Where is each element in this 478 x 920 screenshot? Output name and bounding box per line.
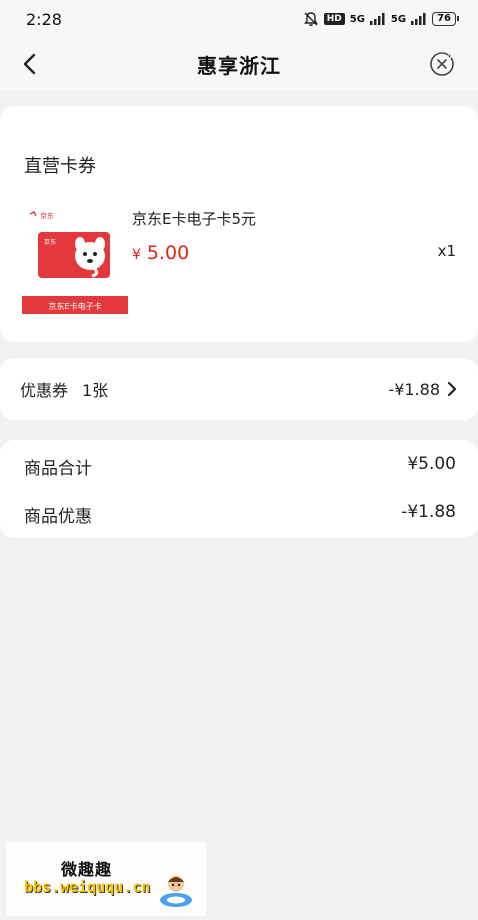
svg-text:京东: 京东 — [44, 238, 56, 246]
product-price: ¥5.00 — [132, 242, 189, 264]
coupon-label: 优惠券 — [20, 381, 69, 400]
battery-indicator: 76 — [432, 12, 459, 26]
close-circle-icon — [430, 52, 454, 76]
total-value: ¥5.00 — [407, 454, 456, 474]
status-time: 2:28 — [26, 9, 62, 29]
product-quantity: x1 — [437, 242, 456, 260]
price-symbol: ¥ — [132, 247, 141, 263]
thumb-caption: 京东E卡电子卡 — [48, 301, 101, 311]
thumb-brand: 京东 — [40, 211, 54, 220]
summary-discount-row: 商品优惠 -¥1.88 — [24, 502, 456, 527]
watermark-title: 微趣趣 — [61, 860, 113, 879]
page-title: 惠享浙江 — [197, 53, 281, 78]
summary-card: 商品合计 ¥5.00 商品优惠 -¥1.88 — [0, 440, 478, 538]
chevron-left-icon — [23, 53, 36, 75]
product-thumbnail[interactable]: 京东 京东 京东E卡电子卡 — [22, 206, 128, 318]
coupon-discount: -¥1.88 — [388, 379, 440, 399]
coupon-count: 1张 — [82, 381, 109, 400]
mute-bell-icon — [303, 12, 318, 26]
watermark: 微趣趣 bbs.weiququ.cn — [6, 842, 206, 916]
hd-badge: HD — [323, 13, 345, 25]
signal-icon-2 — [411, 13, 426, 25]
network-label-2: 5G — [390, 13, 407, 25]
goods-card: 直营卡券 京东 京东 京东E卡电子卡 京东E卡电子卡5元 ¥5.00 x1 — [0, 106, 478, 342]
discount-value: -¥1.88 — [401, 502, 456, 522]
network-label-1: 5G — [349, 13, 365, 25]
status-bar: 2:28 HD 5G 5G 76 — [0, 0, 478, 38]
watermark-url: bbs.weiququ.cn — [24, 878, 151, 896]
summary-total-row: 商品合计 ¥5.00 — [24, 454, 456, 479]
price-value: 5.00 — [146, 242, 190, 264]
coupon-value-group: -¥1.88 — [388, 380, 458, 399]
section-title: 直营卡券 — [24, 156, 96, 177]
chevron-right-icon — [447, 381, 457, 397]
status-icons: HD 5G 5G 76 — [303, 11, 459, 27]
signal-icon — [369, 13, 385, 25]
close-button[interactable] — [428, 50, 456, 78]
nav-bar: 惠享浙江 — [0, 38, 478, 90]
product-name[interactable]: 京东E卡电子卡5元 — [132, 208, 256, 229]
back-button[interactable] — [16, 50, 44, 78]
total-label: 商品合计 — [24, 459, 92, 479]
coupon-label-group: 优惠券 1张 — [20, 377, 108, 401]
jd-ecard-image: 京东 京东 京东E卡电子卡 — [22, 206, 128, 318]
discount-label: 商品优惠 — [24, 507, 92, 527]
coupon-row[interactable]: 优惠券 1张 -¥1.88 — [0, 358, 478, 420]
mascot-float-icon — [160, 876, 192, 907]
